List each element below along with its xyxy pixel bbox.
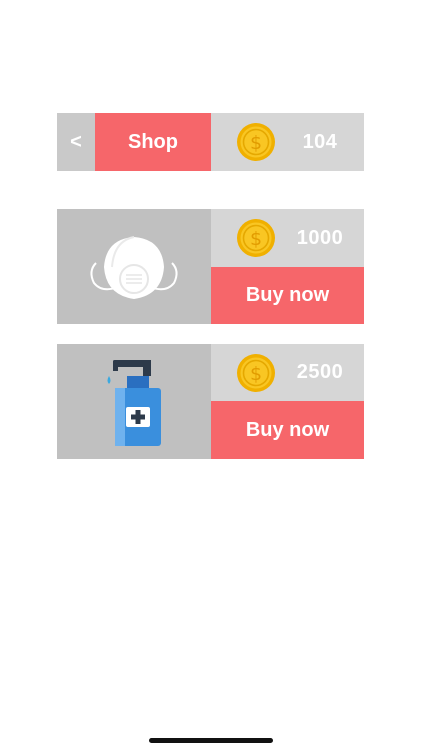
- item-image-sanitizer: [57, 344, 211, 459]
- coin-icon: $: [237, 219, 275, 257]
- home-indicator[interactable]: [149, 738, 273, 743]
- coin-icon: $: [237, 123, 275, 161]
- svg-text:$: $: [250, 363, 262, 385]
- svg-text:$: $: [250, 132, 262, 154]
- coin-balance: 104: [302, 130, 338, 153]
- face-mask-icon: [90, 235, 178, 299]
- item-image-mask: [57, 209, 211, 324]
- item-price: 2500: [296, 361, 344, 383]
- buy-now-button-sanitizer[interactable]: Buy now: [211, 401, 364, 459]
- price-panel-sanitizer: $ 2500: [211, 344, 364, 401]
- buy-now-button-mask[interactable]: Buy now: [211, 267, 364, 324]
- coin-balance-panel: $ 104: [211, 113, 364, 171]
- hand-sanitizer-icon: [107, 359, 161, 446]
- back-button[interactable]: <: [57, 113, 95, 171]
- price-panel-mask: $ 1000: [211, 209, 364, 267]
- item-price: 1000: [296, 226, 344, 249]
- coin-icon: $: [237, 353, 275, 392]
- page-title: Shop: [95, 113, 211, 171]
- svg-text:$: $: [250, 228, 262, 250]
